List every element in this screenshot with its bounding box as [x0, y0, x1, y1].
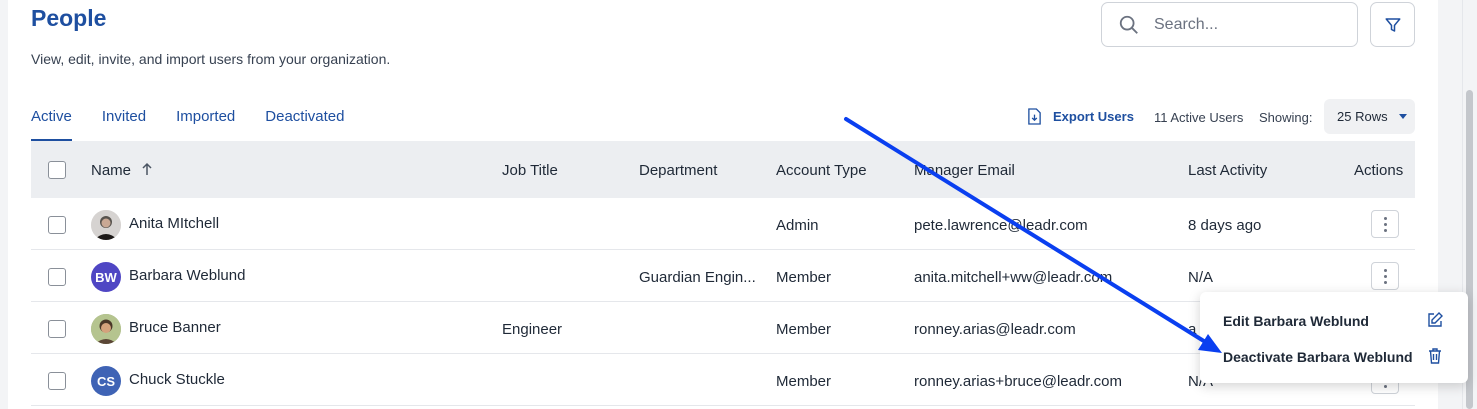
- avatar: [91, 210, 121, 240]
- row-checkbox[interactable]: [48, 320, 66, 338]
- column-header-manager-email: Manager Email: [914, 162, 1015, 179]
- avatar: BW: [91, 262, 121, 292]
- column-header-actions: Actions: [1354, 162, 1404, 179]
- export-users-label: Export Users: [1053, 109, 1134, 124]
- manager-email-cell: pete.lawrence@leadr.com: [914, 217, 1088, 234]
- row-checkbox[interactable]: [48, 372, 66, 390]
- account-type-cell: Member: [776, 321, 832, 338]
- department-cell: Guardian Engin...: [639, 269, 756, 286]
- status-tabs: Active Invited Imported Deactivated: [31, 108, 374, 141]
- kebab-dot-icon: [1383, 228, 1387, 232]
- rows-per-page-select[interactable]: 25 Rows: [1324, 99, 1415, 134]
- column-header-account-type: Account Type: [776, 162, 867, 179]
- row-actions-button[interactable]: [1371, 262, 1399, 290]
- edit-user-menu-item[interactable]: Edit Barbara Weblund: [1223, 313, 1369, 329]
- row-actions-button[interactable]: [1371, 210, 1399, 238]
- sort-ascending-icon: [142, 162, 152, 175]
- user-name: Chuck Stuckle: [129, 371, 225, 388]
- row-actions-menu: Edit Barbara Weblund Deactivate Barbara …: [1200, 292, 1468, 383]
- filter-button[interactable]: [1370, 2, 1415, 47]
- deactivate-user-menu-item[interactable]: Deactivate Barbara Weblund: [1223, 349, 1413, 365]
- kebab-dot-icon: [1383, 222, 1387, 226]
- kebab-dot-icon: [1383, 384, 1387, 388]
- last-activity-cell: N/A: [1188, 269, 1214, 286]
- page-title: People: [31, 5, 107, 31]
- avatar: CS: [91, 366, 121, 396]
- filter-icon: [1385, 17, 1400, 32]
- showing-label: Showing:: [1259, 110, 1313, 125]
- trash-icon[interactable]: [1426, 347, 1444, 365]
- user-name: Bruce Banner: [129, 319, 221, 336]
- tab-imported[interactable]: Imported: [176, 108, 235, 135]
- kebab-dot-icon: [1383, 274, 1387, 278]
- job-title-cell: Engineer: [502, 321, 563, 338]
- export-file-icon: [1028, 108, 1041, 125]
- column-header-last-activity: Last Activity: [1188, 162, 1268, 179]
- page-subtitle: View, edit, invite, and import users fro…: [31, 51, 391, 67]
- tab-invited[interactable]: Invited: [102, 108, 146, 135]
- kebab-dot-icon: [1383, 268, 1387, 272]
- user-name: Barbara Weblund: [129, 267, 246, 284]
- column-header-name[interactable]: Name: [91, 162, 153, 179]
- kebab-dot-icon: [1383, 216, 1387, 220]
- account-type-cell: Admin: [776, 217, 819, 234]
- account-type-cell: Member: [776, 373, 832, 390]
- user-photo-icon: [91, 314, 121, 344]
- tab-active[interactable]: Active: [31, 108, 72, 141]
- user-name: Anita MItchell: [129, 215, 220, 232]
- rows-per-page-value: 25 Rows: [1337, 109, 1388, 124]
- tab-deactivated[interactable]: Deactivated: [265, 108, 344, 135]
- column-header-job-title: Job Title: [502, 162, 558, 179]
- avatar: [91, 314, 121, 344]
- kebab-dot-icon: [1383, 280, 1387, 284]
- user-photo-icon: [91, 210, 121, 240]
- select-all-checkbox[interactable]: [48, 161, 66, 179]
- search-input[interactable]: [1154, 15, 1344, 34]
- column-header-department: Department: [639, 162, 718, 179]
- manager-email-cell: ronney.arias@leadr.com: [914, 321, 1076, 338]
- table-header: Name Job Title Department Account Type M…: [31, 141, 1415, 198]
- search-icon: [1119, 15, 1138, 34]
- manager-email-cell: anita.mitchell+ww@leadr.com: [914, 269, 1113, 286]
- row-checkbox[interactable]: [48, 268, 66, 286]
- export-users-button[interactable]: Export Users: [1027, 108, 1134, 125]
- caret-down-icon: [1399, 114, 1407, 119]
- manager-email-cell: ronney.arias+bruce@leadr.com: [914, 373, 1122, 390]
- active-users-count: 11 Active Users: [1154, 110, 1244, 125]
- row-checkbox[interactable]: [48, 216, 66, 234]
- account-type-cell: Member: [776, 269, 832, 286]
- last-activity-cell: a: [1188, 321, 1197, 338]
- table-row[interactable]: Anita MItchell Admin pete.lawrence@leadr…: [31, 198, 1415, 250]
- last-activity-cell: 8 days ago: [1188, 217, 1262, 234]
- search-box[interactable]: [1101, 2, 1358, 47]
- edit-icon[interactable]: [1426, 311, 1444, 329]
